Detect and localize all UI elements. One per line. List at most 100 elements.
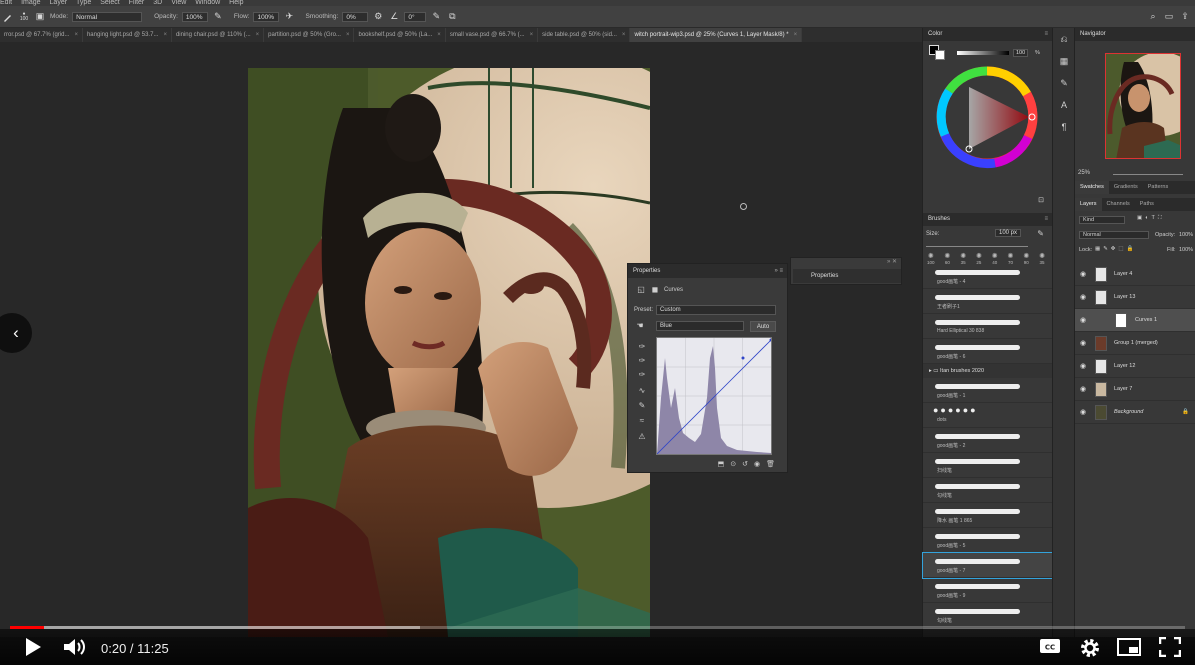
brush-item[interactable]: good画笔 - 4 bbox=[923, 264, 1052, 289]
symmetry-icon[interactable]: ⧉ bbox=[446, 11, 458, 23]
document-tab[interactable]: side table.psd @ 50% (sid... × bbox=[538, 28, 631, 42]
layer-row[interactable]: ◉ Layer 4 bbox=[1075, 263, 1195, 286]
color-panel-header[interactable]: Color ≡ bbox=[923, 28, 1052, 41]
layer-row[interactable]: ◉ Group 1 (merged) bbox=[1075, 332, 1195, 355]
eyedropper-black-icon[interactable]: ✑ bbox=[637, 342, 647, 352]
eye-icon[interactable]: ◉ bbox=[1080, 332, 1086, 355]
navigator-zoom[interactable]: 25% bbox=[1078, 170, 1090, 176]
paragraph-icon[interactable]: ¶ bbox=[1053, 116, 1075, 138]
brush-item[interactable]: ●●●●●● dots bbox=[923, 403, 1052, 428]
color-options-icon[interactable]: ⊡ bbox=[1038, 196, 1044, 204]
close-icon[interactable]: × bbox=[346, 32, 350, 38]
auto-button[interactable]: Auto bbox=[750, 321, 776, 332]
brightness-slider[interactable] bbox=[957, 51, 1009, 55]
share-icon[interactable]: ⇪ bbox=[1179, 11, 1191, 23]
layer-row[interactable]: ◉ Layer 7 bbox=[1075, 378, 1195, 401]
brush-settings-panel-icon[interactable]: ✎ bbox=[1053, 72, 1075, 94]
size-slider[interactable] bbox=[926, 246, 1028, 247]
fullscreen-icon[interactable] bbox=[1158, 636, 1182, 659]
search-icon[interactable]: ⌕ bbox=[1147, 11, 1159, 23]
tab-gradients[interactable]: Gradients bbox=[1109, 181, 1143, 194]
close-icon[interactable]: × bbox=[530, 32, 534, 38]
close-icon[interactable]: × bbox=[74, 32, 78, 38]
brush-item[interactable]: 扫线笔 bbox=[923, 453, 1052, 478]
layer-row[interactable]: ◉ Curves 1 bbox=[1075, 309, 1195, 332]
opacity-field[interactable]: 100% bbox=[181, 11, 208, 22]
tab-swatches[interactable]: Swatches bbox=[1075, 181, 1109, 194]
panel-menu-icon[interactable]: ≡ bbox=[1044, 213, 1048, 226]
play-icon[interactable] bbox=[24, 637, 42, 659]
angle-field[interactable]: 0° bbox=[404, 11, 427, 22]
brush-item[interactable]: good画笔 - 9 bbox=[923, 578, 1052, 603]
character-icon[interactable]: A bbox=[1053, 94, 1075, 116]
close-icon[interactable]: × bbox=[163, 32, 167, 38]
filter-icons[interactable]: ▣◐T⛶ bbox=[1137, 215, 1165, 222]
eyedropper-white-icon[interactable]: ✑ bbox=[637, 370, 647, 380]
navigator-header[interactable]: Navigator bbox=[1075, 28, 1195, 41]
layer-opacity-value[interactable]: 100% bbox=[1179, 232, 1193, 238]
mode-select[interactable]: Normal bbox=[72, 11, 143, 22]
close-icon[interactable]: × bbox=[437, 32, 441, 38]
panel-menu-icon[interactable]: ≡ bbox=[1044, 28, 1048, 41]
pressure-opacity-icon[interactable]: ✎ bbox=[212, 11, 224, 23]
navigator-thumbnail[interactable] bbox=[1105, 53, 1181, 159]
layer-row[interactable]: ◉ Background 🔒 bbox=[1075, 401, 1195, 424]
brushes-panel-header[interactable]: Brushes ≡ bbox=[923, 213, 1052, 226]
eye-icon[interactable]: ◉ bbox=[1080, 355, 1086, 378]
channel-select[interactable]: Blue bbox=[656, 321, 744, 331]
blend-mode-select[interactable]: Normal bbox=[1079, 231, 1149, 239]
clip-to-layer-icon[interactable]: ⬒ bbox=[718, 460, 725, 472]
tab-paths[interactable]: Paths bbox=[1135, 198, 1159, 211]
gear-icon[interactable]: ⚙ bbox=[372, 11, 384, 23]
document-tab[interactable]: dining chair.psd @ 110% (... × bbox=[172, 28, 265, 42]
reset-icon[interactable]: ↺ bbox=[742, 460, 748, 472]
eye-icon[interactable]: ◉ bbox=[1080, 286, 1086, 309]
flow-field[interactable]: 100% bbox=[253, 11, 280, 22]
close-icon[interactable]: × bbox=[256, 32, 260, 38]
close-icon[interactable]: × bbox=[622, 32, 626, 38]
tab-patterns[interactable]: Patterns bbox=[1143, 181, 1173, 194]
zoom-slider[interactable] bbox=[1113, 174, 1183, 175]
brush-preset-icon[interactable]: ● 100 bbox=[18, 11, 30, 23]
brush-item[interactable]: 王者刷子1 bbox=[923, 289, 1052, 314]
pressure-size-icon[interactable]: ✎ bbox=[430, 11, 442, 23]
eye-icon[interactable]: ◉ bbox=[1080, 401, 1086, 424]
brush-item[interactable]: good画笔 - 6 bbox=[923, 339, 1052, 364]
brush-tool-icon[interactable] bbox=[2, 11, 14, 23]
brush-item[interactable]: 勾线笔 bbox=[923, 603, 1052, 628]
properties-header[interactable]: Properties » ≡ bbox=[628, 264, 787, 278]
angle-icon[interactable]: ∠ bbox=[388, 11, 400, 23]
airbrush-icon[interactable]: ✈ bbox=[283, 11, 295, 23]
kind-filter[interactable]: Kind bbox=[1079, 216, 1125, 224]
brush-item[interactable]: 降水 画笔 1 865 bbox=[923, 503, 1052, 528]
document-tab[interactable]: bookshelf.psd @ 50% (La... × bbox=[354, 28, 446, 42]
brush-item[interactable]: good画笔 - 5 bbox=[923, 528, 1052, 553]
preset-select[interactable]: Custom bbox=[656, 305, 776, 315]
mask-icon[interactable]: ◼ bbox=[650, 285, 660, 295]
volume-icon[interactable] bbox=[63, 637, 87, 659]
color-wheel[interactable] bbox=[935, 65, 1039, 169]
eyedropper-gray-icon[interactable]: ✑ bbox=[637, 356, 647, 366]
miniplayer-icon[interactable] bbox=[1117, 637, 1141, 659]
lock-icons[interactable]: ▦✎✥⬚🔒 bbox=[1095, 246, 1136, 252]
collapsed-properties-panel[interactable]: » ✕ Properties bbox=[790, 257, 902, 285]
new-brush-icon[interactable]: ✎ bbox=[1037, 229, 1044, 238]
eye-icon[interactable]: ◉ bbox=[1080, 309, 1086, 332]
document-tab[interactable]: witch portrait-wip3.psd @ 25% (Curves 1,… bbox=[630, 28, 803, 42]
eye-icon[interactable]: ◉ bbox=[1080, 263, 1086, 286]
layer-row[interactable]: ◉ Layer 12 bbox=[1075, 355, 1195, 378]
panel-menu-icon[interactable]: » ≡ bbox=[774, 264, 783, 278]
size-field[interactable]: 100 px bbox=[995, 229, 1022, 237]
brush-item[interactable]: good画笔 - 2 bbox=[923, 428, 1052, 453]
pencil-icon[interactable]: ✎ bbox=[637, 401, 647, 411]
collapse-icon[interactable]: » ✕ bbox=[887, 258, 897, 265]
smooth-icon[interactable]: ≈ bbox=[637, 416, 647, 426]
adjustments-icon[interactable]: ▦ bbox=[1053, 50, 1075, 72]
brightness-value[interactable]: 100 bbox=[1013, 49, 1029, 57]
brush-item[interactable]: Hard Elliptical 30 838 bbox=[923, 314, 1052, 339]
on-image-adjust-icon[interactable]: ☚ bbox=[635, 321, 645, 331]
brush-settings-icon[interactable]: ▣ bbox=[34, 11, 46, 23]
smoothing-field[interactable]: 0% bbox=[342, 11, 369, 22]
background-swatch[interactable] bbox=[935, 50, 945, 60]
workspace-icon[interactable]: ▭ bbox=[1163, 11, 1175, 23]
